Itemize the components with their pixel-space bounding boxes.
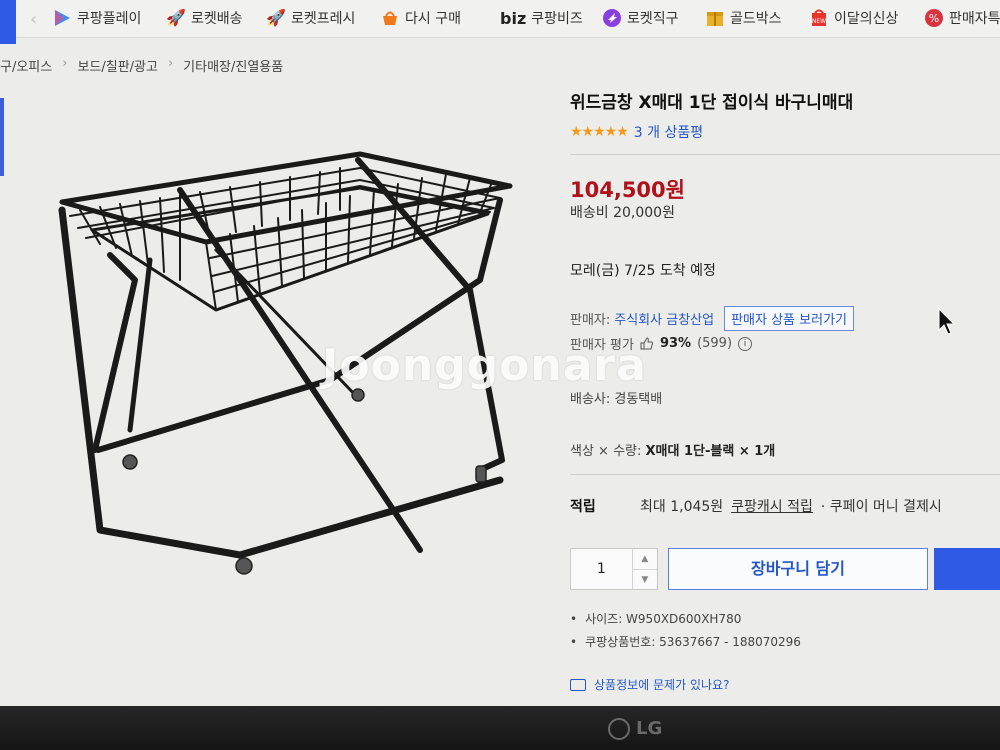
nav-item-rocket-delivery[interactable]: 🚀 로켓배송: [166, 8, 243, 28]
nav-item-rocket-fresh[interactable]: 🚀 로켓프레시: [266, 8, 355, 28]
monitor-logo: LG: [608, 718, 662, 740]
coupang-cash-link[interactable]: 쿠팡캐시 적립: [731, 496, 813, 516]
nav-item-label: 쿠팡비즈: [531, 11, 583, 27]
seller-eval-count: (599): [697, 336, 733, 351]
points-label: 적립: [570, 499, 596, 515]
lg-logo-icon: [608, 718, 630, 740]
nav-item-label: 이달의신상: [834, 11, 899, 27]
product-info-panel: 위드금창 X매대 1단 접이식 바구니매대 ★★★★★ 3 개 상품평 104,…: [570, 88, 1000, 692]
spec-item: 사이즈: W950XD600XH780: [570, 610, 801, 627]
breadcrumb-item[interactable]: 기타매장/진열용품: [183, 56, 283, 75]
chevron-up-icon[interactable]: ▲: [632, 549, 657, 570]
nav-item-rebuy[interactable]: 다시 구매: [380, 8, 461, 28]
option-label: 색상 × 수량:: [570, 444, 642, 459]
divider: [570, 154, 1000, 155]
shipping-fee: 배송비 20,000원: [570, 205, 675, 221]
percent-icon: %: [925, 9, 943, 27]
seller-name-link[interactable]: 주식회사 금창산업: [614, 309, 714, 328]
rating-row[interactable]: ★★★★★ 3 개 상품평: [570, 122, 703, 142]
buy-now-button[interactable]: [934, 548, 1000, 590]
rocket-fresh-icon: 🚀: [266, 8, 286, 27]
seller-label: 판매자:: [570, 313, 611, 328]
product-price: 104,500원: [570, 178, 685, 202]
seller-row: 판매자: 주식회사 금창산업 판매자 상품 보러가기: [570, 306, 854, 331]
nav-item-new-arrivals[interactable]: NEW 이달의신상: [809, 8, 898, 28]
top-nav: ‹ 쿠팡플레이 🚀 로켓배송 🚀 로켓프레시 다시 구매 biz 쿠팡비즈 로켓…: [0, 0, 1000, 44]
basket-icon: [383, 11, 397, 25]
rocket-icon: 🚀: [166, 8, 186, 27]
seller-products-button[interactable]: 판매자 상품 보러가기: [724, 306, 854, 331]
points-row: 적립 최대 1,045원 쿠팡캐시 적립 · 쿠페이 머니 결제시: [570, 496, 942, 516]
points-condition: · 쿠페이 머니 결제시: [820, 499, 942, 515]
nav-item-label: 판매자특: [949, 11, 1000, 27]
thumbs-up-icon: [640, 337, 653, 350]
nav-item-label: 로켓배송: [191, 11, 243, 27]
seller-eval-label: 판매자 평가: [570, 338, 634, 353]
nav-item-seller-special[interactable]: % 판매자특: [924, 8, 1000, 28]
biz-icon: biz: [500, 8, 527, 28]
breadcrumb-item[interactable]: 구/오피스: [0, 56, 52, 75]
nav-item-label: 골드박스: [730, 11, 782, 27]
play-icon: [55, 10, 70, 26]
spec-list: 사이즈: W950XD600XH780 쿠팡상품번호: 53637667 - 1…: [570, 610, 801, 656]
chevron-right-icon: ›: [62, 56, 68, 71]
new-badge-icon: NEW: [812, 9, 826, 26]
nav-item-label: 로켓직구: [627, 11, 679, 27]
breadcrumb-item[interactable]: 보드/칠판/광고: [77, 56, 158, 75]
quantity-stepper[interactable]: 1 ▲ ▼: [570, 548, 658, 590]
thumbnail-selection-bar: [0, 98, 4, 176]
gift-box-icon: [707, 12, 723, 26]
report-problem-label: 상품정보에 문제가 있나요?: [594, 678, 730, 692]
mouse-cursor-icon: [938, 308, 956, 335]
product-title: 위드금창 X매대 1단 접이식 바구니매대: [570, 93, 854, 113]
quantity-step-buttons: ▲ ▼: [631, 549, 657, 590]
report-problem-link[interactable]: 상품정보에 문제가 있나요?: [570, 676, 729, 693]
breadcrumb: 구/오피스 › 보드/칠판/광고 › 기타매장/진열용품: [0, 56, 283, 75]
star-rating-icon: ★★★★★: [570, 124, 629, 140]
globe-icon: [603, 9, 621, 27]
info-icon[interactable]: i: [738, 336, 753, 351]
svg-text:%: %: [929, 12, 939, 25]
monitor-bezel: [0, 706, 1000, 750]
review-count-link[interactable]: 3 개 상품평: [634, 122, 703, 142]
chevron-down-icon[interactable]: ▼: [633, 570, 657, 590]
nav-item-coupang-play[interactable]: 쿠팡플레이: [52, 8, 141, 28]
points-max: 최대 1,045원: [640, 499, 724, 515]
blue-edge-strip: [0, 0, 16, 44]
svg-text:NEW: NEW: [812, 18, 826, 25]
nav-item-coupang-biz[interactable]: biz 쿠팡비즈: [500, 8, 583, 28]
nav-prev-arrow-icon[interactable]: ‹: [30, 9, 37, 30]
option-value: X매대 1단-블랙 × 1개: [645, 444, 776, 459]
seller-eval-percent: 93%: [659, 336, 692, 351]
spec-item: 쿠팡상품번호: 53637667 - 188070296: [570, 633, 801, 650]
nav-item-label: 쿠팡플레이: [77, 11, 142, 27]
nav-item-goldbox[interactable]: 골드박스: [705, 8, 782, 28]
chat-bubble-icon: [570, 678, 586, 691]
add-to-cart-button[interactable]: 장바구니 담기: [668, 548, 928, 590]
monitor-brand: LG: [636, 718, 663, 739]
option-summary: 색상 × 수량: X매대 1단-블랙 × 1개: [570, 440, 775, 459]
quantity-input[interactable]: 1: [571, 549, 632, 589]
divider: [570, 474, 1000, 475]
seller-evaluation: 판매자 평가 93% (599) i: [570, 334, 753, 353]
nav-item-label: 다시 구매: [405, 11, 461, 27]
chevron-right-icon: ›: [167, 56, 174, 71]
arrival-estimate: 모레(금) 7/25 도착 예정: [570, 263, 716, 279]
browser-screen: ‹ 쿠팡플레이 🚀 로켓배송 🚀 로켓프레시 다시 구매 biz 쿠팡비즈 로켓…: [0, 0, 1000, 706]
nav-item-label: 로켓프레시: [291, 11, 356, 27]
courier-info: 배송사: 경동택배: [570, 392, 663, 407]
nav-item-rocket-global[interactable]: 로켓직구: [602, 8, 679, 28]
